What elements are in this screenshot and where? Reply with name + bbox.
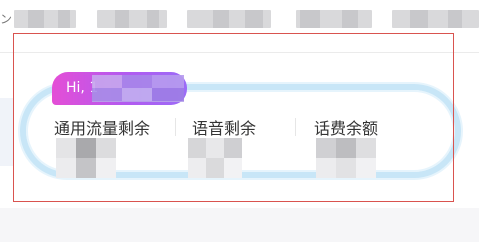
tab-item-redacted[interactable] bbox=[296, 10, 372, 28]
tab-item-redacted[interactable] bbox=[392, 10, 479, 28]
highlight-annotation-box bbox=[13, 33, 454, 202]
tab-item-redacted[interactable] bbox=[14, 10, 76, 28]
tab-item-redacted[interactable] bbox=[97, 10, 167, 28]
card-left-tab bbox=[0, 98, 14, 166]
tab-item-redacted[interactable] bbox=[187, 10, 271, 28]
top-tab-strip: ン bbox=[0, 0, 479, 36]
tab-edge-glyph: ン bbox=[0, 12, 13, 26]
page-background-bottom bbox=[0, 208, 479, 242]
